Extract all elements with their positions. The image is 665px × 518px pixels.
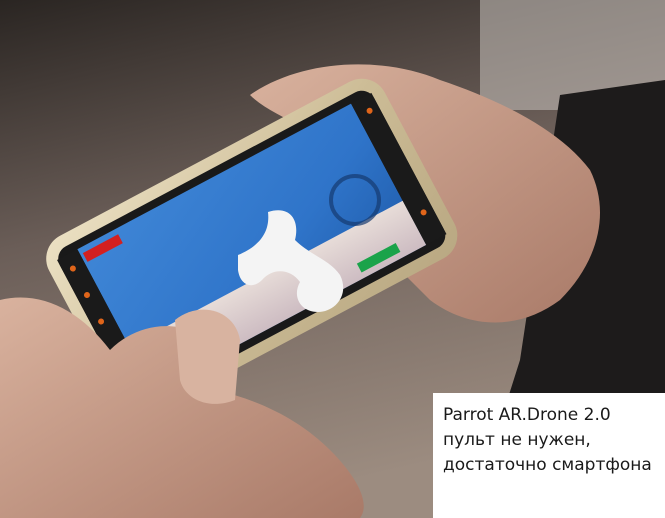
caption-line-1: Parrot AR.Drone 2.0 [443, 405, 611, 425]
photo-caption: Parrot AR.Drone 2.0 пульт не нужен, дост… [433, 393, 665, 518]
caption-line-3: достаточно смартфона [443, 455, 652, 475]
caption-line-2: пульт не нужен, [443, 430, 591, 450]
photo-frame: Parrot AR.Drone 2.0 пульт не нужен, дост… [0, 0, 665, 518]
